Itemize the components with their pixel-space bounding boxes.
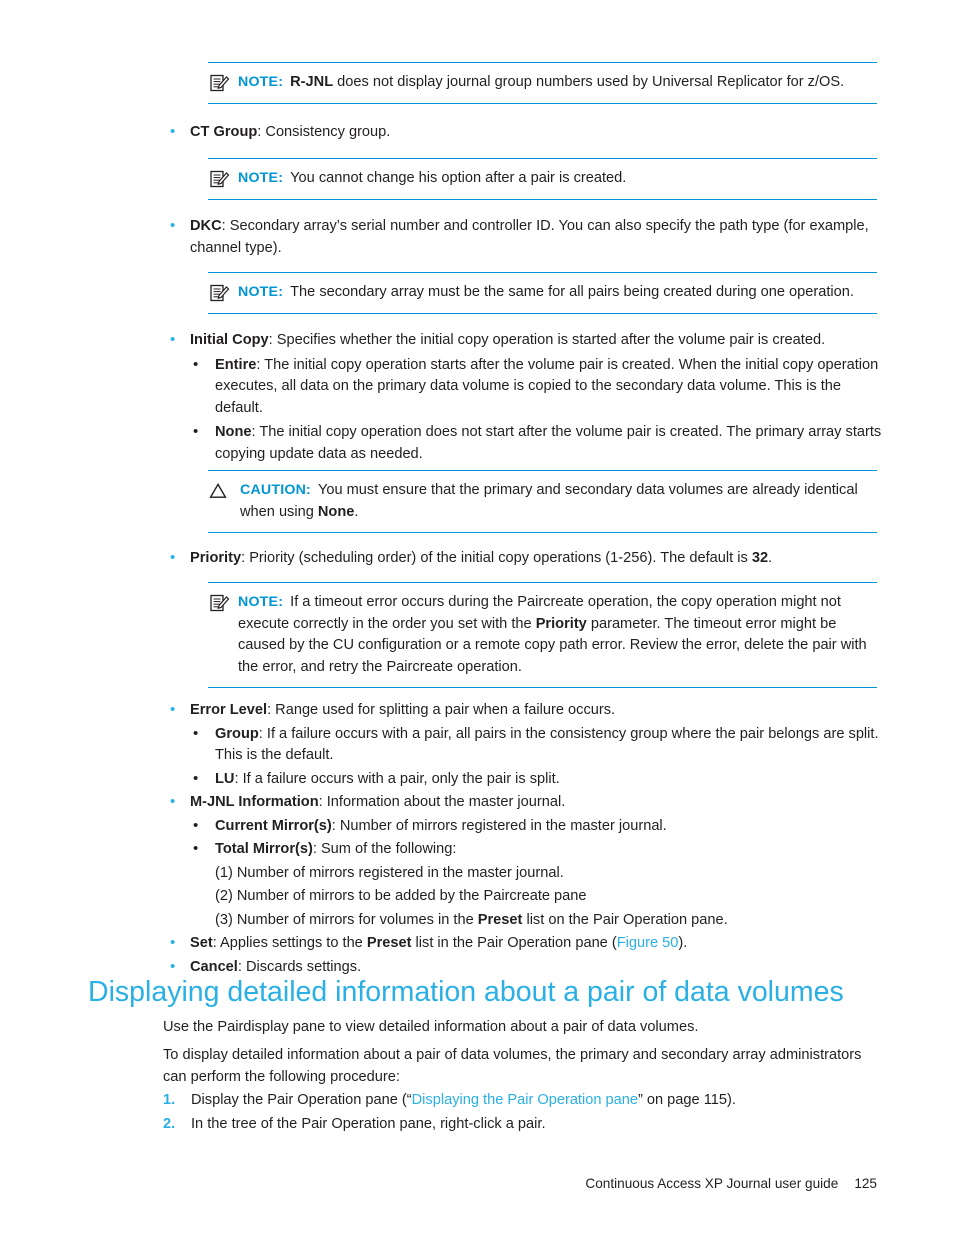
text-set-part3: ). bbox=[678, 935, 688, 951]
section-paragraph-2: To display detailed information about a … bbox=[163, 1047, 862, 1085]
term-dkc: DKC bbox=[190, 218, 222, 234]
text-priority-part2: . bbox=[768, 550, 773, 566]
displaying-pair-operation-pane-link[interactable]: Displaying the Pair Operation pane bbox=[412, 1092, 638, 1108]
text-cancel: : Discards settings. bbox=[237, 958, 362, 975]
text-dkc: : Secondary array’s serial number and co… bbox=[190, 218, 869, 256]
text-total-mirrors: : Sum of the following: bbox=[312, 841, 457, 857]
page-title: Displaying detailed information about a … bbox=[88, 976, 844, 1008]
footer-page-number: 125 bbox=[854, 1176, 877, 1191]
text-set-part1: : Applies settings to the bbox=[212, 935, 367, 951]
procedure-step-1: 1. Display the Pair Operation pane (“Disp… bbox=[163, 1089, 884, 1112]
note-text: You cannot change his option after a pai… bbox=[290, 170, 627, 186]
note-icon bbox=[208, 169, 230, 189]
figure-50-link[interactable]: Figure 50 bbox=[617, 935, 679, 951]
text-group: : If a failure occurs with a pair, all p… bbox=[215, 725, 879, 764]
text-mjnl-information: : Information about the master journal. bbox=[318, 794, 566, 810]
list-item-none: None: The initial copy operation does no… bbox=[193, 421, 884, 465]
note-box: NOTE: R-JNL does not display journal grou… bbox=[208, 62, 877, 104]
text-lu: : If a failure occurs with a pair, only … bbox=[234, 770, 560, 787]
note-box: NOTE: You cannot change his option after … bbox=[208, 158, 877, 200]
footer-guide-title: Continuous Access XP Journal user guide bbox=[585, 1176, 839, 1191]
term-priority: Priority bbox=[190, 550, 242, 566]
list-item-ct-group: CT Group: Consistency group. bbox=[170, 121, 884, 144]
text-entire: : The initial copy operation starts afte… bbox=[215, 356, 879, 416]
note-lead-term: R-JNL bbox=[290, 74, 334, 90]
total-mirrors-item-3: (3) Number of mirrors for volumes in the… bbox=[215, 910, 884, 932]
term-set: Set bbox=[190, 935, 213, 951]
section-paragraph-1: Use the Pairdisplay pane to view detaile… bbox=[163, 1019, 699, 1035]
term-initial-copy: Initial Copy bbox=[190, 332, 269, 348]
caution-text-bold: None bbox=[317, 503, 355, 520]
list-item-initial-copy: Initial Copy: Specifies whether the init… bbox=[170, 329, 884, 352]
step-number-1: 1. bbox=[163, 1092, 176, 1108]
note-box: NOTE: If a timeout error occurs during th… bbox=[208, 582, 877, 688]
note-text: The secondary array must be the same for… bbox=[290, 284, 854, 300]
total-mirrors-item-3-part2: list on the Pair Operation pane. bbox=[522, 911, 728, 928]
caution-label: CAUTION: bbox=[240, 482, 311, 498]
step-1-part1: Display the Pair Operation pane (“ bbox=[191, 1092, 412, 1108]
term-error-level: Error Level bbox=[190, 702, 268, 718]
document-page: NOTE: R-JNL does not display journal grou… bbox=[0, 0, 954, 1235]
list-item-priority: Priority: Priority (scheduling order) of… bbox=[170, 547, 884, 570]
caution-text-part2: . bbox=[354, 503, 359, 520]
total-mirrors-item-1: (1) Number of mirrors registered in the … bbox=[215, 864, 564, 881]
term-cancel: Cancel bbox=[190, 958, 238, 975]
total-mirrors-item-3-part1: (3) Number of mirrors for volumes in the bbox=[215, 911, 478, 928]
note-icon bbox=[208, 283, 230, 303]
list-item-lu: LU: If a failure occurs with a pair, onl… bbox=[193, 768, 884, 791]
total-mirrors-item-2: (2) Number of mirrors to be added by the… bbox=[215, 888, 587, 904]
note-label: NOTE: bbox=[238, 284, 284, 300]
list-item-dkc: DKC: Secondary array’s serial number and… bbox=[170, 215, 884, 259]
term-lu: LU bbox=[215, 770, 235, 787]
text-priority-default: 32 bbox=[751, 550, 769, 566]
term-entire: Entire bbox=[215, 356, 257, 373]
note-label: NOTE: bbox=[238, 74, 284, 90]
list-item-error-level: Error Level: Range used for splitting a … bbox=[170, 699, 884, 722]
caution-triangle-icon bbox=[208, 481, 230, 501]
list-item-set: Set: Applies settings to the Preset list… bbox=[170, 932, 884, 955]
list-item-mjnl-information: M-JNL Information: Information about the… bbox=[170, 791, 884, 814]
text-set-part2: list in the Pair Operation pane ( bbox=[411, 935, 617, 951]
list-item-total-mirrors: Total Mirror(s): Sum of the following: bbox=[193, 838, 884, 861]
note-label: NOTE: bbox=[238, 170, 284, 186]
list-item-group: Group: If a failure occurs with a pair, … bbox=[193, 723, 884, 767]
note-text: does not display journal group numbers u… bbox=[333, 74, 845, 90]
caution-box: CAUTION: You must ensure that the primary… bbox=[208, 470, 877, 533]
text-ct-group: : Consistency group. bbox=[257, 124, 391, 140]
note-icon bbox=[208, 73, 230, 93]
text-current-mirrors: : Number of mirrors registered in the ma… bbox=[331, 817, 667, 834]
text-priority-part1: : Priority (scheduling order) of the ini… bbox=[241, 550, 752, 566]
list-item-current-mirrors: Current Mirror(s): Number of mirrors reg… bbox=[193, 815, 884, 838]
term-mjnl-information: M-JNL Information bbox=[190, 794, 319, 810]
term-none: None bbox=[215, 424, 252, 440]
text-none: : The initial copy operation does not st… bbox=[215, 424, 882, 462]
term-ct-group: CT Group bbox=[190, 124, 258, 140]
step-2-text: In the tree of the Pair Operation pane, … bbox=[191, 1116, 546, 1132]
step-1-part2: ” on page 115). bbox=[637, 1092, 736, 1108]
text-error-level: : Range used for splitting a pair when a… bbox=[267, 702, 616, 718]
text-initial-copy: : Specifies whether the initial copy ope… bbox=[268, 332, 826, 348]
note-text-bold: Priority bbox=[535, 615, 587, 632]
term-group: Group bbox=[215, 725, 259, 742]
list-item-entire: Entire: The initial copy operation start… bbox=[193, 354, 884, 420]
note-box: NOTE: The secondary array must be the sam… bbox=[208, 272, 877, 314]
page-footer: Continuous Access XP Journal user guide 1… bbox=[0, 1176, 954, 1191]
term-current-mirrors: Current Mirror(s) bbox=[215, 817, 332, 834]
procedure-step-2: 2. In the tree of the Pair Operation pane… bbox=[163, 1113, 884, 1136]
term-total-mirrors: Total Mirror(s) bbox=[215, 841, 313, 857]
note-icon bbox=[208, 593, 230, 613]
step-number-2: 2. bbox=[163, 1116, 176, 1132]
total-mirrors-item-3-bold: Preset bbox=[477, 911, 523, 928]
text-set-preset: Preset bbox=[366, 935, 412, 951]
note-label: NOTE: bbox=[238, 594, 284, 610]
